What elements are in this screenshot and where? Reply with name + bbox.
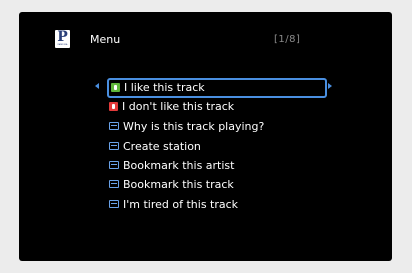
option-icon <box>109 122 119 130</box>
arrow-right-icon[interactable] <box>328 83 332 89</box>
menu-screen: P PANDORA Menu [1/8] I like this track I… <box>19 12 392 261</box>
menu-item-bookmark-track[interactable]: Bookmark this track <box>109 176 234 194</box>
option-icon <box>109 180 119 188</box>
menu-item-label: Bookmark this track <box>123 178 234 191</box>
option-icon <box>109 161 119 169</box>
menu-item-bookmark-artist[interactable]: Bookmark this artist <box>109 157 234 175</box>
menu-item-label: Bookmark this artist <box>123 159 235 172</box>
menu-item-label: Create station <box>123 140 201 153</box>
thumbs-down-icon <box>109 102 118 111</box>
menu-item-tired[interactable]: I'm tired of this track <box>109 196 238 214</box>
menu-item-label: I like this track <box>124 81 205 94</box>
menu-item-label: I'm tired of this track <box>123 198 239 211</box>
menu-item-label: I don't like this track <box>122 100 235 113</box>
option-icon <box>109 142 119 150</box>
arrow-left-icon[interactable] <box>95 83 99 89</box>
menu-item-like[interactable]: I like this track <box>107 78 327 98</box>
menu-list: I like this track I don't like this trac… <box>19 12 392 261</box>
option-icon <box>109 200 119 208</box>
thumbs-up-icon <box>111 83 120 92</box>
menu-item-why-playing[interactable]: Why is this track playing? <box>109 118 264 136</box>
menu-item-dislike[interactable]: I don't like this track <box>109 98 234 116</box>
menu-item-create-station[interactable]: Create station <box>109 138 201 156</box>
menu-item-label: Why is this track playing? <box>123 120 265 133</box>
